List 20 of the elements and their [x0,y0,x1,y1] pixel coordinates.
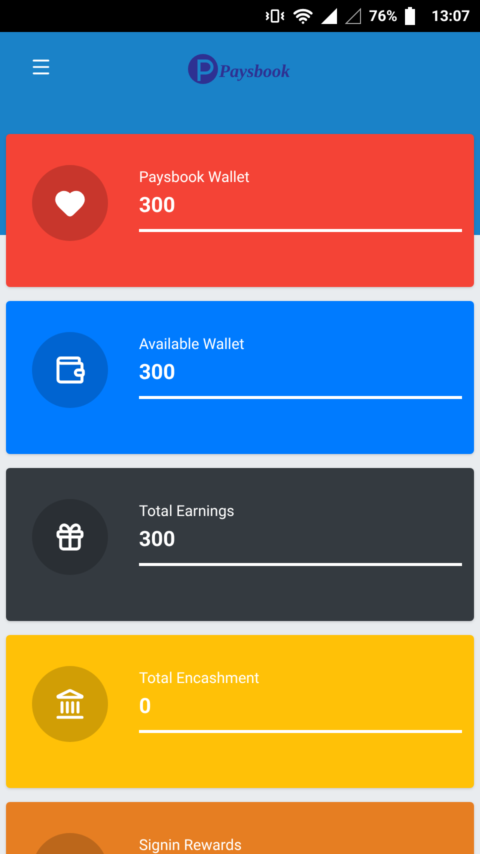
logo-text: Paysbook [219,60,290,83]
card-value: 300 [139,360,176,387]
battery-icon [405,7,416,25]
signal-icon [345,8,362,24]
card-label: Total Earnings [139,503,234,520]
card-value: 0 [139,694,152,721]
card-label: Total Encashment [139,670,260,687]
card-label: Available Wallet [139,336,244,353]
gift-icon [54,521,86,553]
card-value: 300 [139,527,176,554]
bank-icon [54,688,86,720]
card-label: Paysbook Wallet [139,169,250,186]
card-value: 300 [139,193,176,220]
battery-percent: 76% [369,6,398,27]
logo-icon [187,52,219,84]
clock: 13:07 [431,6,470,27]
wallet-icon [54,354,86,386]
signal-icon [321,8,338,24]
card-label: Signin Rewards [139,837,242,854]
wifi-icon [293,6,314,26]
